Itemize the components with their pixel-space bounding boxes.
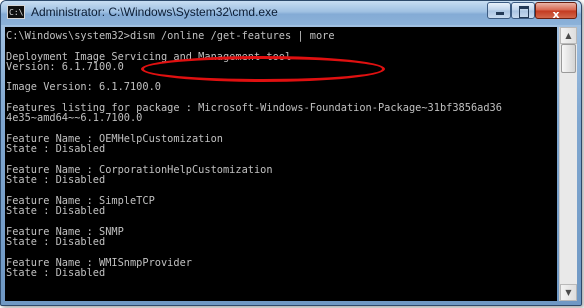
scroll-up-arrow-icon[interactable]: ▲	[560, 27, 577, 44]
close-button[interactable]: x	[535, 2, 577, 21]
console-line: State : Disabled	[6, 143, 106, 156]
console-line: Image Version: 6.1.7100.0	[6, 81, 161, 94]
command-highlight-circle	[141, 56, 385, 82]
scrollbar-thumb[interactable]	[561, 44, 576, 73]
console-output[interactable]: C:\Windows\system32>dism /online /get-fe…	[5, 27, 557, 301]
vertical-scrollbar[interactable]: ▲ ▼	[559, 27, 577, 301]
title-bar[interactable]: C:\ Administrator: C:\Windows\System32\c…	[1, 1, 581, 25]
maximize-icon	[519, 6, 529, 18]
console-line: State : Disabled	[6, 205, 106, 218]
console-line: 4e35~amd64~~6.1.7100.0	[6, 112, 143, 125]
minimize-button[interactable]	[487, 2, 511, 19]
cmd-app-icon[interactable]: C:\	[7, 5, 25, 19]
close-icon: x	[552, 8, 560, 21]
console-line: State : Disabled	[6, 266, 106, 279]
maximize-button[interactable]	[511, 2, 535, 19]
console-line: C:\Windows\system32>dism /online /get-fe…	[6, 30, 335, 42]
console-line: State : Disabled	[6, 174, 106, 187]
minimize-icon	[496, 12, 504, 15]
console-line: State : Disabled	[6, 235, 106, 248]
window-title: Administrator: C:\Windows\System32\cmd.e…	[31, 5, 278, 19]
scroll-down-arrow-icon[interactable]: ▼	[560, 284, 577, 301]
cmd-window: C:\ Administrator: C:\Windows\System32\c…	[0, 0, 582, 306]
